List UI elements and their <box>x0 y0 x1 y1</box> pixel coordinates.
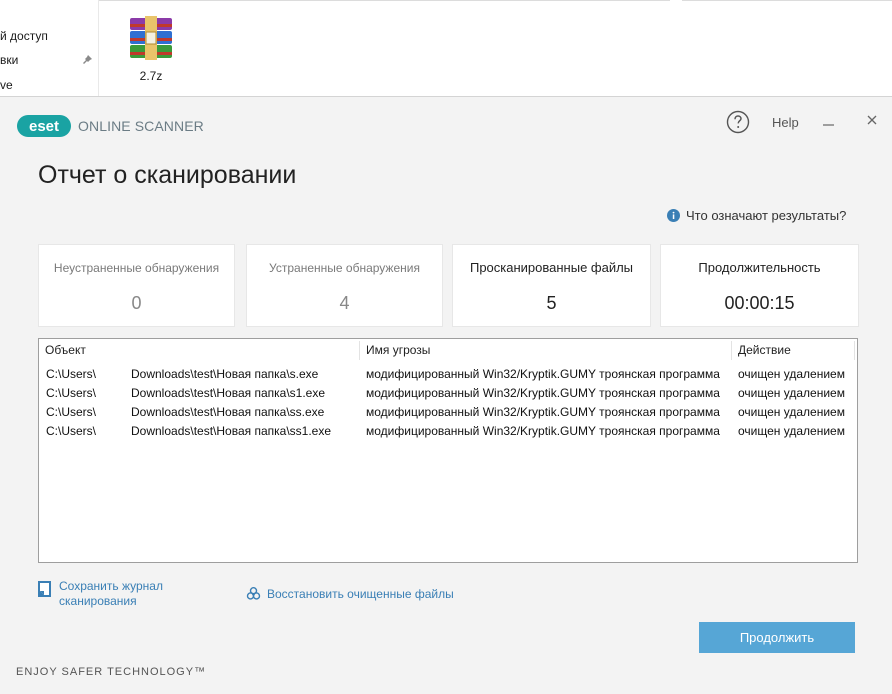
stat-card-scanned-files: Просканированные файлы 5 <box>453 245 650 326</box>
object-cell-prefix: C:\Users\ <box>46 405 97 419</box>
close-icon[interactable] <box>864 112 880 128</box>
results-help-label: Что означают результаты? <box>686 208 847 223</box>
help-icon[interactable] <box>726 110 750 134</box>
explorer-header-line <box>98 0 670 1</box>
save-scan-log-link[interactable]: Сохранить журнал сканирования <box>38 579 163 609</box>
page-title: Отчет о сканировании <box>38 161 297 189</box>
winrar-archive-icon <box>130 16 172 60</box>
help-link[interactable]: Help <box>772 115 799 130</box>
column-header-action[interactable]: Действие <box>732 339 854 361</box>
stat-card-duration: Продолжительность 00:00:15 <box>661 245 858 326</box>
stat-value: 00:00:15 <box>724 293 795 313</box>
explorer-header-line <box>682 0 892 1</box>
archive-file-item[interactable]: 2.7z <box>124 16 178 83</box>
product-name: ONLINE SCANNER <box>78 118 204 134</box>
eset-slogan: ENJOY SAFER TECHNOLOGY™ <box>16 666 207 678</box>
action-cell: очищен удалением <box>738 386 845 400</box>
biohazard-icon <box>246 586 261 600</box>
stat-label: Продолжительность <box>698 260 821 275</box>
action-cell: очищен удалением <box>738 424 845 438</box>
pin-icon[interactable] <box>82 55 92 65</box>
table-row[interactable]: C:\Users\ Downloads\test\Новая папка\s.e… <box>39 365 857 384</box>
stat-label: Неустраненные обнаружения <box>53 261 220 275</box>
stat-label: Устраненные обнаружения <box>269 261 420 275</box>
save-log-label-line1: Сохранить журнал <box>59 579 163 593</box>
threat-cell: модифицированный Win32/Kryptik.GUMY троя… <box>366 424 720 438</box>
column-header-object[interactable]: Объект <box>39 339 359 361</box>
sidebar-item-quick-access[interactable]: й доступ <box>0 29 48 43</box>
explorer-sidebar: й доступ вки ve <box>0 0 99 96</box>
eset-scanner-window: eset ONLINE SCANNER Help Отчет о сканиро… <box>0 96 892 694</box>
file-explorer-background: й доступ вки ve 2.7z <box>0 0 892 96</box>
stat-card-unresolved: Неустраненные обнаружения 0 <box>39 245 234 326</box>
column-header-threat[interactable]: Имя угрозы <box>360 339 731 361</box>
table-header: Объект Имя угрозы Действие <box>39 339 857 361</box>
minimize-icon[interactable] <box>820 113 836 129</box>
save-log-label: Сохранить журнал сканирования <box>59 579 163 609</box>
object-cell-path: Downloads\test\Новая папка\s1.exe <box>131 386 326 400</box>
eset-logo: eset <box>17 115 71 137</box>
object-cell-path: Downloads\test\Новая папка\s.exe <box>131 367 319 381</box>
column-divider[interactable] <box>854 341 855 360</box>
sidebar-item-downloads[interactable]: вки <box>0 53 18 67</box>
object-cell-prefix: C:\Users\ <box>46 386 97 400</box>
object-cell-path: Downloads\test\Новая папка\ss1.exe <box>131 424 332 438</box>
restore-cleaned-files-link[interactable]: Восстановить очищенные файлы <box>246 586 454 601</box>
threat-cell: модифицированный Win32/Kryptik.GUMY троя… <box>366 386 720 400</box>
sidebar-item-drive[interactable]: ve <box>0 78 13 92</box>
action-cell: очищен удалением <box>738 405 845 419</box>
threat-cell: модифицированный Win32/Kryptik.GUMY троя… <box>366 367 720 381</box>
archive-file-name: 2.7z <box>139 69 163 83</box>
save-log-icon <box>38 581 51 597</box>
stat-value: 4 <box>339 293 350 313</box>
eset-brand: eset ONLINE SCANNER <box>17 115 204 137</box>
svg-text:eset: eset <box>29 118 59 135</box>
stat-value: 0 <box>131 293 142 313</box>
continue-button[interactable]: Продолжить <box>699 622 855 653</box>
stat-card-resolved: Устраненные обнаружения 4 <box>247 245 442 326</box>
threat-cell: модифицированный Win32/Kryptik.GUMY троя… <box>366 405 720 419</box>
table-row[interactable]: C:\Users\ Downloads\test\Новая папка\ss1… <box>39 422 857 441</box>
table-row[interactable]: C:\Users\ Downloads\test\Новая папка\s1.… <box>39 384 857 403</box>
stat-value: 5 <box>546 293 557 313</box>
results-help-link[interactable]: Что означают результаты? <box>667 208 846 223</box>
object-cell-path: Downloads\test\Новая папка\ss.exe <box>131 405 325 419</box>
stat-label: Просканированные файлы <box>469 260 634 275</box>
action-cell: очищен удалением <box>738 367 845 381</box>
restore-files-label: Восстановить очищенные файлы <box>267 586 454 601</box>
object-cell-prefix: C:\Users\ <box>46 424 97 438</box>
object-cell-prefix: C:\Users\ <box>46 367 97 381</box>
save-log-label-line2: сканирования <box>59 594 137 608</box>
info-icon <box>667 209 680 222</box>
detections-table[interactable]: Объект Имя угрозы Действие C:\Users\ Dow… <box>38 338 858 563</box>
table-row[interactable]: C:\Users\ Downloads\test\Новая папка\ss.… <box>39 403 857 422</box>
